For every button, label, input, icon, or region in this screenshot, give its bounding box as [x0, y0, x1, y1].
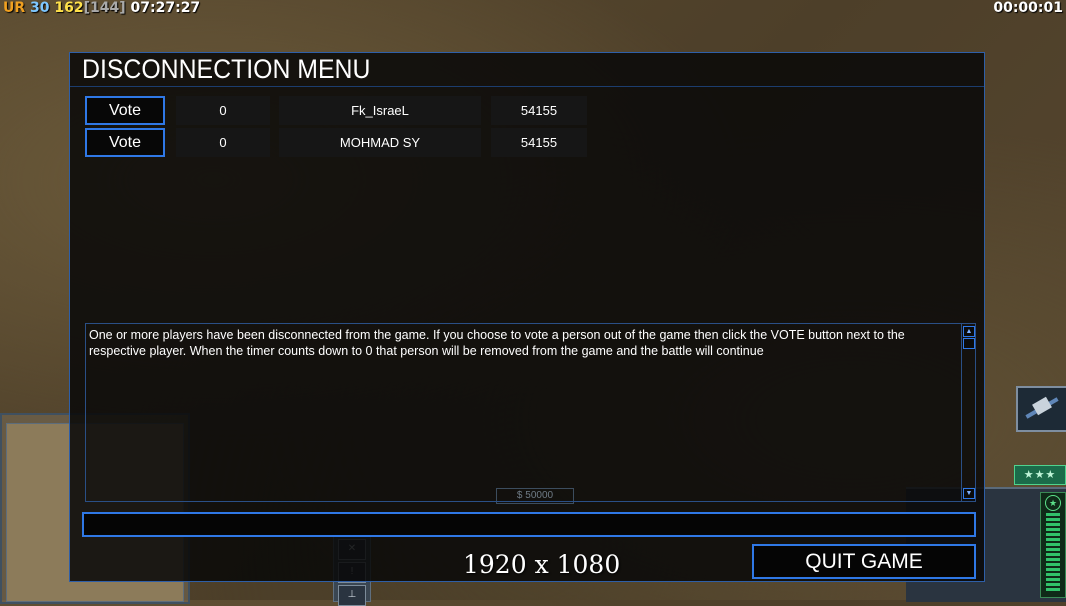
- scroll-up-icon[interactable]: ▲: [963, 326, 975, 337]
- hud-clock: 07:27:27: [130, 0, 201, 16]
- beacon-icon[interactable]: ⊥: [338, 585, 366, 606]
- vote-count: 0: [176, 96, 270, 125]
- vote-button[interactable]: Vote: [85, 96, 165, 125]
- resolution-label: 1920 x 1080: [463, 550, 621, 579]
- power-meter: ★: [1040, 492, 1066, 598]
- scrollbar[interactable]: ▲ ▼: [961, 324, 975, 501]
- satellite-icon[interactable]: [1016, 386, 1066, 432]
- message-text: One or more players have been disconnect…: [89, 328, 905, 358]
- game-timer: 00:00:01: [993, 0, 1063, 16]
- quit-game-button[interactable]: QUIT GAME: [752, 544, 976, 579]
- hud-tag: UR: [3, 0, 26, 16]
- vote-count: 0: [176, 128, 270, 157]
- player-name: Fk_IsraeL: [279, 96, 481, 125]
- vote-button[interactable]: Vote: [85, 128, 165, 157]
- player-name: MOHMAD SY: [279, 128, 481, 157]
- star-icon: ★: [1045, 495, 1061, 511]
- chat-input[interactable]: [82, 512, 976, 537]
- dialog-title: DISCONNECTION MENU: [82, 54, 371, 84]
- hud-fps: 30: [30, 0, 50, 16]
- message-box[interactable]: One or more players have been disconnect…: [85, 323, 976, 502]
- title-divider: [70, 86, 984, 87]
- player-timer: 54155: [491, 96, 587, 125]
- disconnection-dialog: DISCONNECTION MENU Vote 0 Fk_IsraeL 5415…: [69, 52, 985, 582]
- power-meter-bar: [1046, 513, 1060, 591]
- player-timer: 54155: [491, 128, 587, 157]
- scroll-thumb[interactable]: [963, 338, 975, 349]
- hud-units-max: [144]: [83, 0, 126, 16]
- rank-badge: ★★★: [1014, 465, 1066, 485]
- hud-stats: UR 30 162[144] 07:27:27: [3, 0, 200, 16]
- hud-units: 162: [54, 0, 84, 16]
- scroll-down-icon[interactable]: ▼: [963, 488, 975, 499]
